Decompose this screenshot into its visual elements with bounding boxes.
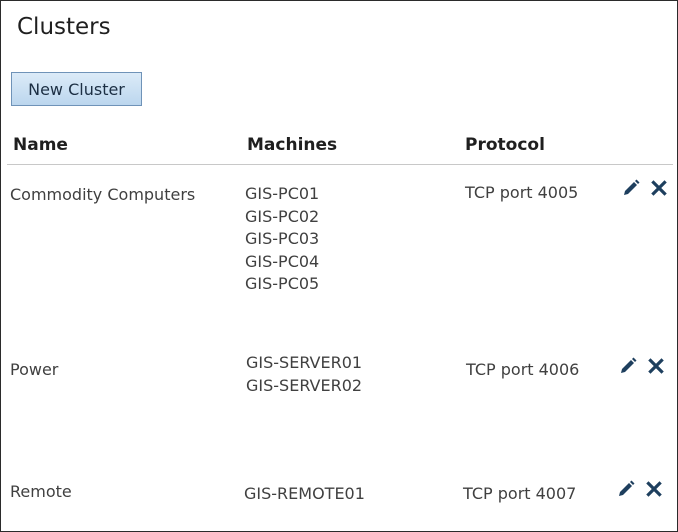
machine-name: GIS-SERVER01 xyxy=(246,353,363,372)
cluster-name: Commodity Computers xyxy=(10,185,196,204)
clusters-panel: Clusters New Cluster Name Machines Proto… xyxy=(0,0,678,532)
pencil-icon[interactable] xyxy=(622,179,640,197)
close-icon[interactable] xyxy=(651,180,667,196)
row-actions xyxy=(617,480,662,498)
machine-name: GIS-REMOTE01 xyxy=(244,484,365,503)
row-actions xyxy=(622,179,667,197)
machine-name: GIS-PC02 xyxy=(245,206,320,226)
machine-name: GIS-PC01 xyxy=(245,184,320,203)
machine-name: GIS-PC03 xyxy=(245,229,320,248)
machine-name: GIS-SERVER02 xyxy=(246,375,363,395)
close-icon[interactable] xyxy=(648,358,664,374)
close-icon[interactable] xyxy=(646,481,662,497)
machine-list: GIS-PC01 GIS-PC02 GIS-PC03 GIS-PC04 GIS-… xyxy=(245,183,319,296)
row-actions xyxy=(619,357,664,375)
cluster-protocol: TCP port 4007 xyxy=(463,484,577,503)
column-header-name: Name xyxy=(13,135,68,155)
cluster-protocol: TCP port 4005 xyxy=(465,183,579,202)
column-header-machines: Machines xyxy=(247,135,338,155)
new-cluster-button[interactable]: New Cluster xyxy=(11,72,142,106)
pencil-icon[interactable] xyxy=(617,480,635,498)
cluster-name: Remote xyxy=(10,482,72,501)
page-title: Clusters xyxy=(17,14,111,40)
machine-name: GIS-PC05 xyxy=(245,274,320,293)
cluster-protocol: TCP port 4006 xyxy=(466,360,580,379)
machine-name: GIS-PC04 xyxy=(245,251,320,271)
machine-list: GIS-SERVER01 GIS-SERVER02 xyxy=(246,352,362,397)
header-divider xyxy=(7,164,673,165)
column-header-protocol: Protocol xyxy=(465,135,545,155)
cluster-name: Power xyxy=(10,360,59,379)
machine-list: GIS-REMOTE01 xyxy=(244,483,365,506)
pencil-icon[interactable] xyxy=(619,357,637,375)
